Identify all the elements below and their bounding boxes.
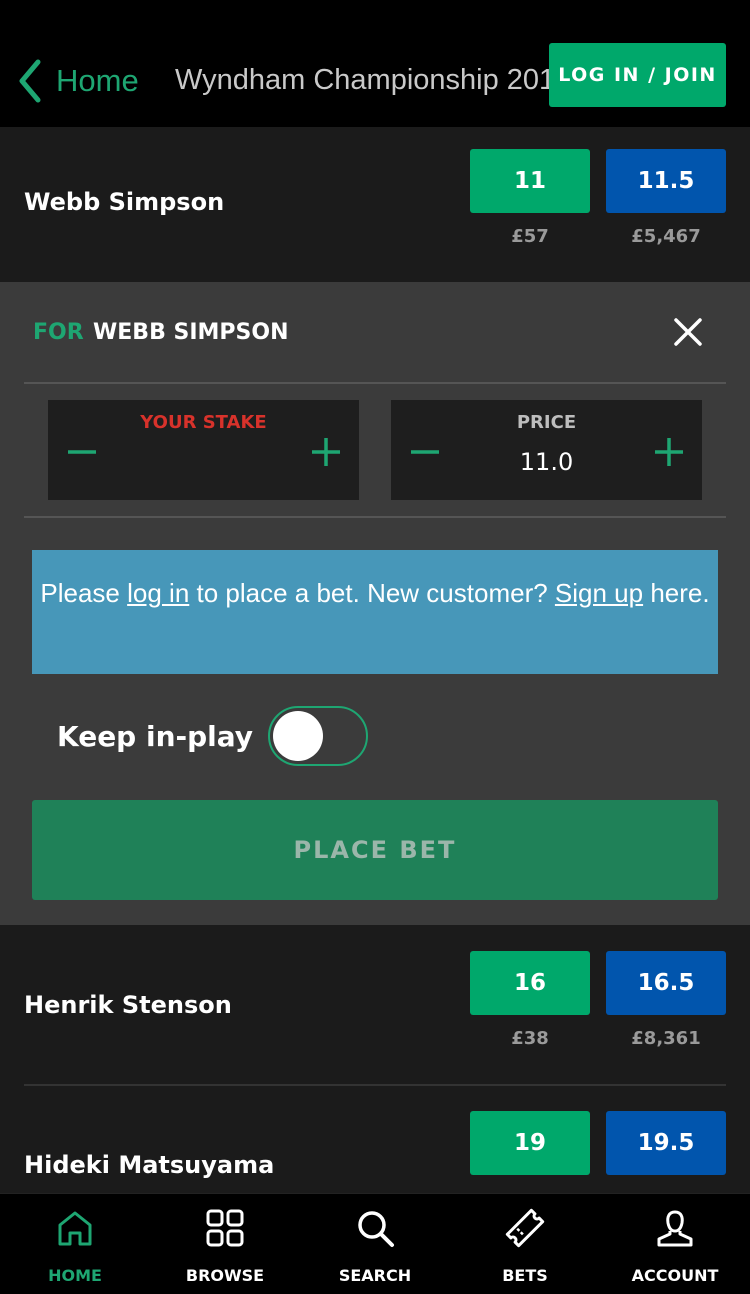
bet-slip-panel: FOR WEBB SIMPSON YOUR STAKE PRICE 11.0 P… [0, 282, 750, 925]
runner-name: Webb Simpson [24, 188, 225, 216]
tab-label: BROWSE [185, 1266, 265, 1285]
back-label: Home [56, 63, 139, 98]
selection-name: WEBB SIMPSON [93, 320, 289, 345]
search-icon [358, 1211, 394, 1247]
runner-name: Hideki Matsuyama [24, 1151, 275, 1179]
lay-odds-button[interactable]: 16.5 [606, 951, 726, 1015]
person-icon [657, 1210, 693, 1247]
back-liquidity: £38 [511, 1028, 549, 1049]
top-bar: Home Wyndham Championship 2018 LOG IN / … [0, 0, 750, 127]
login-prompt-banner: Please log in to place a bet. New custom… [32, 550, 718, 674]
tab-bets[interactable]: BETS [450, 1194, 600, 1294]
back-odds-button[interactable]: 19 [470, 1111, 590, 1175]
close-icon[interactable] [672, 316, 704, 348]
price-minus-icon[interactable] [405, 432, 445, 472]
back-liquidity: £57 [511, 226, 549, 247]
bottom-tab-bar: HOME BROWSE SEARCH BETS ACCOUNT [0, 1193, 750, 1294]
stake-plus-icon[interactable] [306, 432, 346, 472]
price-stepper[interactable]: PRICE 11.0 [391, 400, 702, 500]
tab-label: BETS [502, 1266, 548, 1285]
ticket-icon [505, 1208, 545, 1248]
runner-row: Webb Simpson 11 11.5 £57 £5,467 [0, 127, 750, 282]
stake-minus-icon[interactable] [62, 432, 102, 472]
lay-odds-button[interactable]: 19.5 [606, 1111, 726, 1175]
banner-text: Please [40, 578, 128, 608]
tab-label: SEARCH [338, 1266, 412, 1285]
stake-stepper[interactable]: YOUR STAKE [48, 400, 359, 500]
toggle-knob [273, 711, 323, 761]
tab-account[interactable]: ACCOUNT [600, 1194, 750, 1294]
signup-link[interactable]: Sign up [555, 578, 643, 608]
lay-odds-button[interactable]: 11.5 [606, 149, 726, 213]
tab-home[interactable]: HOME [0, 1194, 150, 1294]
divider [24, 516, 726, 518]
home-icon [58, 1211, 92, 1246]
stake-label: YOUR STAKE [140, 412, 267, 433]
back-odds-button[interactable]: 16 [470, 951, 590, 1015]
lay-liquidity: £5,467 [631, 226, 701, 247]
price-label: PRICE [516, 412, 577, 433]
back-odds-button[interactable]: 11 [470, 149, 590, 213]
for-label: FOR [33, 320, 84, 345]
place-bet-button[interactable]: PLACE BET [32, 800, 718, 900]
tab-label: HOME [48, 1266, 102, 1285]
tab-label: ACCOUNT [631, 1266, 719, 1285]
event-title: Wyndham Championship 2018 [175, 64, 550, 96]
tab-browse[interactable]: BROWSE [150, 1194, 300, 1294]
divider [24, 382, 726, 384]
runner-row: Hideki Matsuyama 19 19.5 [0, 1086, 750, 1193]
login-link[interactable]: log in [127, 578, 189, 608]
keep-inplay-toggle[interactable] [268, 706, 368, 766]
runner-row: Henrik Stenson 16 16.5 £38 £8,361 [0, 925, 750, 1085]
grid-icon [206, 1209, 244, 1247]
runner-name: Henrik Stenson [24, 991, 232, 1019]
price-plus-icon[interactable] [649, 432, 689, 472]
keep-inplay-label: Keep in-play [57, 720, 254, 753]
chevron-left-icon [19, 59, 41, 103]
banner-text: here. [643, 578, 710, 608]
lay-liquidity: £8,361 [631, 1028, 701, 1049]
tab-search[interactable]: SEARCH [300, 1194, 450, 1294]
login-join-button[interactable]: LOG IN / JOIN [549, 43, 726, 107]
banner-text: to place a bet. New customer? [189, 578, 555, 608]
back-button[interactable]: Home [16, 58, 139, 104]
